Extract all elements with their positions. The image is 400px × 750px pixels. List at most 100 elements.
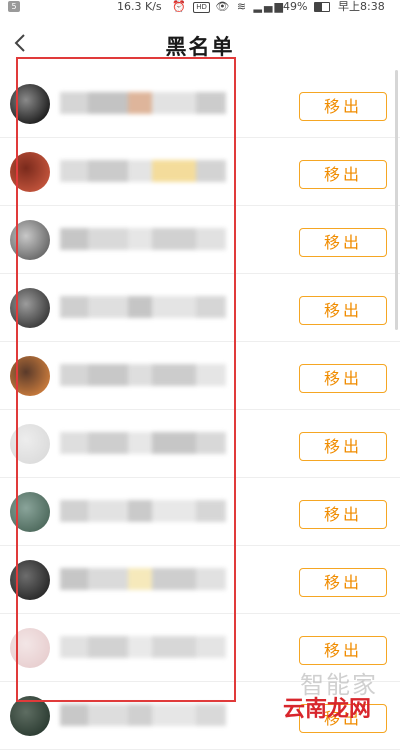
blur-pixel xyxy=(88,160,128,182)
blur-pixel xyxy=(152,228,196,250)
blacklist-row: 移出 xyxy=(0,410,400,478)
blurred-username xyxy=(60,568,230,590)
eye-icon: 👁 xyxy=(215,0,232,13)
battery-percent: 49% xyxy=(283,0,308,13)
blur-pixel xyxy=(60,160,88,182)
blurred-username xyxy=(60,364,230,386)
avatar[interactable] xyxy=(10,628,50,668)
blur-pixel xyxy=(128,704,152,726)
blacklist: 移出 移出 移出 移出 移出 移出 移出 移出 移出 移出 xyxy=(0,70,400,750)
blur-pixel xyxy=(60,636,88,658)
blacklist-row: 移出 xyxy=(0,342,400,410)
avatar[interactable] xyxy=(10,492,50,532)
blur-pixel xyxy=(196,364,226,386)
notification-badge: 5 xyxy=(8,1,20,12)
status-bar: 5 16.3 K/s ⏰ HD 👁 ≋ ▂▄▆ 49% 早上8:38 xyxy=(0,0,400,14)
blur-pixel xyxy=(152,500,196,522)
blur-pixel xyxy=(128,568,152,590)
blur-pixel xyxy=(60,704,88,726)
avatar[interactable] xyxy=(10,288,50,328)
blur-pixel xyxy=(60,296,88,318)
blur-pixel xyxy=(88,636,128,658)
blurred-username xyxy=(60,500,230,522)
remove-button[interactable]: 移出 xyxy=(299,364,387,393)
status-icons: ⏰ HD 👁 ≋ ▂▄▆ xyxy=(172,0,285,14)
blur-pixel xyxy=(128,364,152,386)
blur-pixel xyxy=(60,92,88,114)
blacklist-row: 移出 xyxy=(0,70,400,138)
hd-icon: HD xyxy=(193,2,210,13)
page-title: 黑名单 xyxy=(165,35,235,59)
remove-button[interactable]: 移出 xyxy=(299,636,387,665)
blur-pixel xyxy=(196,704,226,726)
blur-pixel xyxy=(196,296,226,318)
blur-pixel xyxy=(196,228,226,250)
blur-pixel xyxy=(88,92,128,114)
remove-button[interactable]: 移出 xyxy=(299,92,387,121)
blur-pixel xyxy=(196,636,226,658)
remove-button[interactable]: 移出 xyxy=(299,296,387,325)
avatar[interactable] xyxy=(10,696,50,736)
blurred-username xyxy=(60,704,230,726)
blur-pixel xyxy=(60,568,88,590)
blacklist-row: 移出 xyxy=(0,274,400,342)
blur-pixel xyxy=(88,432,128,454)
blur-pixel xyxy=(196,568,226,590)
blur-pixel xyxy=(128,92,152,114)
watermark-site-name: 云南龙网 xyxy=(283,697,372,722)
blur-pixel xyxy=(128,228,152,250)
blur-pixel xyxy=(128,500,152,522)
avatar[interactable] xyxy=(10,152,50,192)
blur-pixel xyxy=(88,704,128,726)
remove-button[interactable]: 移出 xyxy=(299,228,387,257)
avatar[interactable] xyxy=(10,84,50,124)
blurred-username xyxy=(60,296,230,318)
blur-pixel xyxy=(88,568,128,590)
remove-button[interactable]: 移出 xyxy=(299,568,387,597)
blurred-username xyxy=(60,636,230,658)
clock: 早上8:38 xyxy=(338,0,385,13)
blur-pixel xyxy=(152,432,196,454)
blur-pixel xyxy=(196,160,226,182)
remove-button[interactable]: 移出 xyxy=(299,500,387,529)
blacklist-row: 移出 xyxy=(0,206,400,274)
header: 黑名单 xyxy=(0,14,400,70)
wifi-icon: ≋ xyxy=(236,0,249,13)
battery-fill xyxy=(315,3,322,11)
remove-button[interactable]: 移出 xyxy=(299,160,387,189)
blurred-username xyxy=(60,160,230,182)
avatar[interactable] xyxy=(10,424,50,464)
scrollbar[interactable] xyxy=(395,70,398,330)
blur-pixel xyxy=(128,636,152,658)
blur-pixel xyxy=(196,432,226,454)
blur-pixel xyxy=(88,228,128,250)
alarm-icon: ⏰ xyxy=(172,0,188,13)
blur-pixel xyxy=(60,364,88,386)
blur-pixel xyxy=(152,92,196,114)
network-speed: 16.3 K/s xyxy=(117,0,162,13)
remove-button[interactable]: 移出 xyxy=(299,432,387,461)
blacklist-row: 移出 xyxy=(0,138,400,206)
battery-icon xyxy=(314,2,330,12)
avatar[interactable] xyxy=(10,356,50,396)
blacklist-row: 移出 xyxy=(0,546,400,614)
blurred-username xyxy=(60,432,230,454)
blur-pixel xyxy=(152,160,196,182)
blur-pixel xyxy=(196,500,226,522)
blur-pixel xyxy=(152,364,196,386)
blur-pixel xyxy=(128,160,152,182)
blur-pixel xyxy=(152,636,196,658)
blur-pixel xyxy=(88,296,128,318)
blur-pixel xyxy=(88,364,128,386)
avatar[interactable] xyxy=(10,560,50,600)
avatar[interactable] xyxy=(10,220,50,260)
blacklist-row: 移出 xyxy=(0,478,400,546)
blur-pixel xyxy=(152,704,196,726)
signal-icon: ▂▄▆ xyxy=(253,0,285,13)
blur-pixel xyxy=(152,568,196,590)
blur-pixel xyxy=(128,432,152,454)
blur-pixel xyxy=(88,500,128,522)
blur-pixel xyxy=(60,228,88,250)
blur-pixel xyxy=(60,500,88,522)
blur-pixel xyxy=(60,432,88,454)
